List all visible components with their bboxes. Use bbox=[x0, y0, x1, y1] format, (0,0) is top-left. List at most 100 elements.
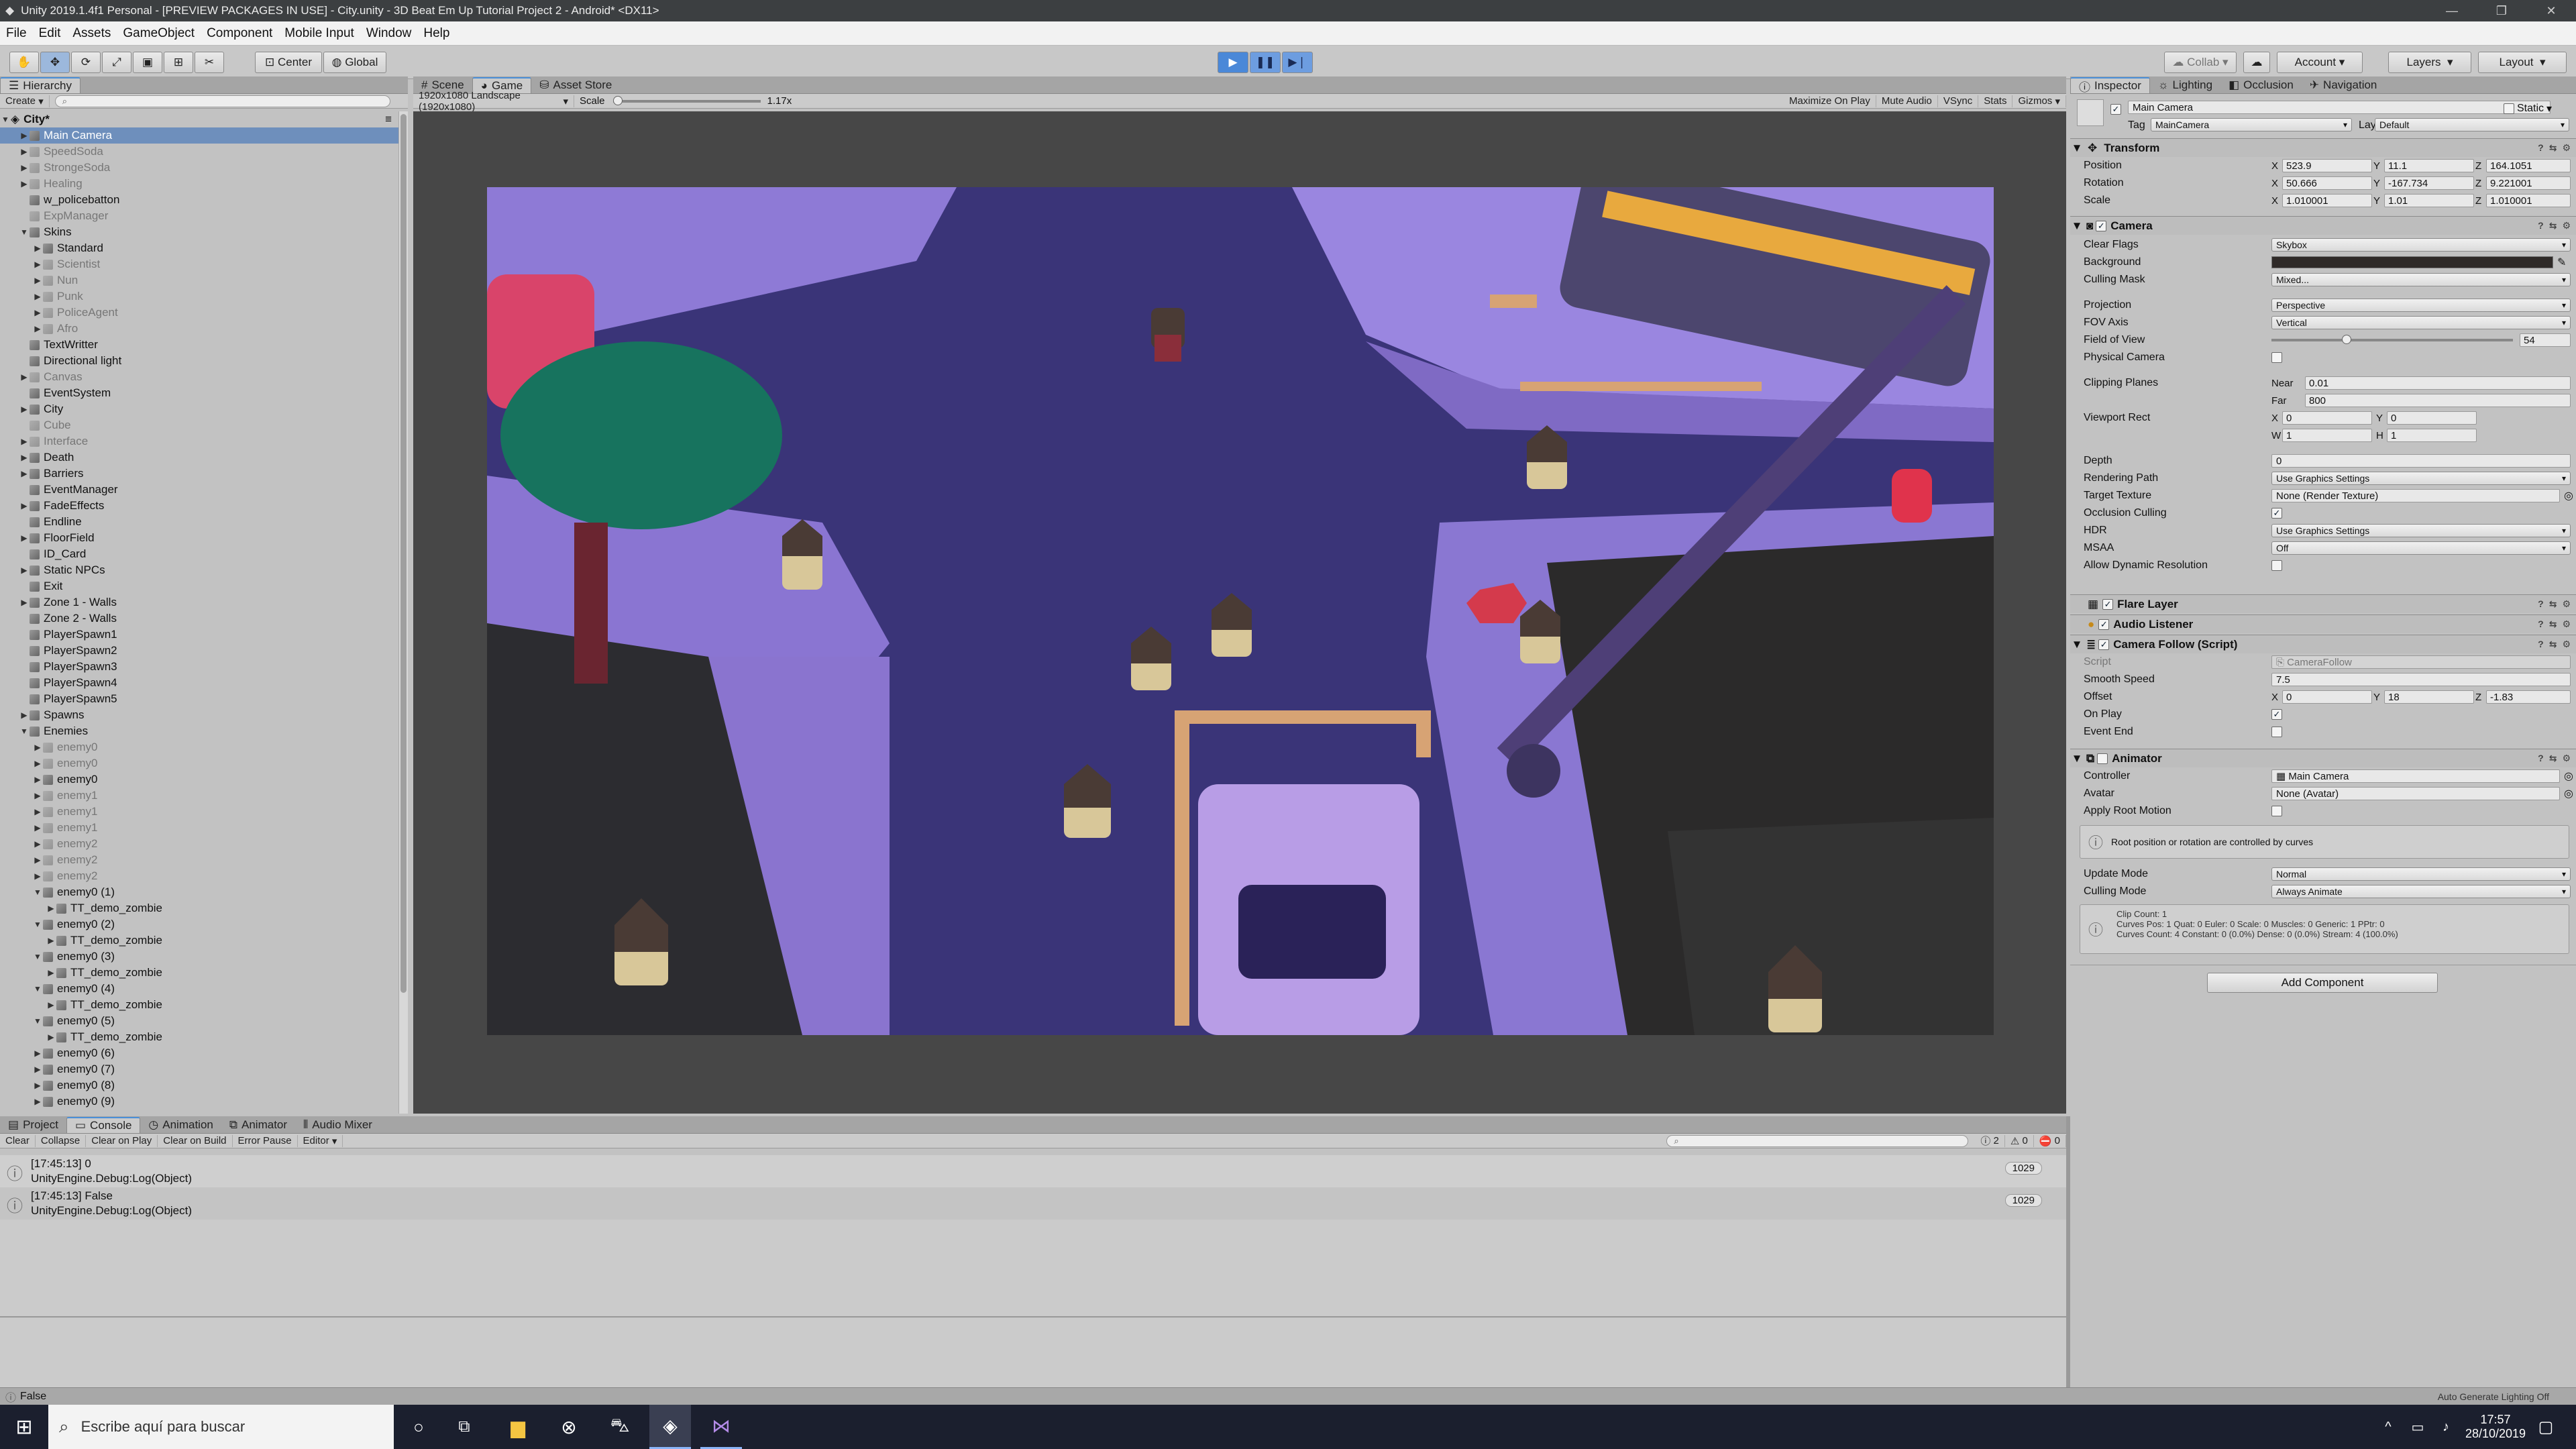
hierarchy-item[interactable]: ▶ Main Camera bbox=[0, 127, 398, 144]
offset-z-field[interactable]: -1.83 bbox=[2486, 690, 2571, 704]
unity-taskbar-icon[interactable]: ◈ bbox=[649, 1405, 691, 1449]
hierarchy-item[interactable]: ▼ enemy0 (4) bbox=[0, 981, 398, 997]
help-icon[interactable]: ? bbox=[2538, 142, 2544, 154]
hierarchy-item[interactable]: ▶ Scientist bbox=[0, 256, 398, 272]
fov-axis-dropdown[interactable]: Vertical bbox=[2271, 316, 2571, 329]
expand-arrow-icon[interactable]: ▶ bbox=[19, 566, 30, 575]
hierarchy-item[interactable]: ▶ Spawns bbox=[0, 707, 398, 723]
menu-window[interactable]: Window bbox=[360, 26, 418, 41]
mute-audio-toggle[interactable]: Mute Audio bbox=[1876, 95, 1938, 107]
stats-toggle[interactable]: Stats bbox=[1978, 95, 2013, 107]
clear-button[interactable]: Clear bbox=[0, 1134, 36, 1147]
expand-arrow-icon[interactable]: ▶ bbox=[32, 791, 43, 800]
static-dropdown-icon[interactable]: ▾ bbox=[2546, 102, 2552, 115]
account-dropdown[interactable]: Account ▾ bbox=[2277, 52, 2363, 73]
expand-arrow-icon[interactable]: ▼ bbox=[2070, 219, 2084, 233]
preset-icon[interactable]: ⇆ bbox=[2549, 142, 2557, 154]
hierarchy-item[interactable]: ▶ enemy0 (8) bbox=[0, 1077, 398, 1093]
xbox-icon[interactable]: ⊗ bbox=[550, 1405, 588, 1449]
hierarchy-item[interactable]: ▼ enemy0 (5) bbox=[0, 1013, 398, 1029]
hierarchy-item[interactable]: ▶ Static NPCs bbox=[0, 562, 398, 578]
settings-gear-icon[interactable]: ⚙ bbox=[2562, 639, 2571, 650]
position-y-field[interactable]: 11.1 bbox=[2384, 159, 2474, 172]
rect-tool-icon[interactable]: ▣ bbox=[133, 52, 162, 73]
close-icon[interactable]: ✕ bbox=[2526, 4, 2576, 18]
expand-arrow-icon[interactable]: ▶ bbox=[46, 904, 56, 913]
far-field[interactable]: 800 bbox=[2305, 394, 2571, 407]
expand-arrow-icon[interactable]: ▶ bbox=[32, 276, 43, 285]
menu-component[interactable]: Component bbox=[201, 26, 278, 41]
hierarchy-item[interactable]: ▶ enemy1 bbox=[0, 820, 398, 836]
avatar-field[interactable]: None (Avatar) bbox=[2271, 787, 2560, 800]
settings-gear-icon[interactable]: ⚙ bbox=[2562, 619, 2571, 630]
preset-icon[interactable]: ⇆ bbox=[2549, 619, 2557, 630]
hierarchy-item[interactable]: ▶ enemy2 bbox=[0, 868, 398, 884]
hierarchy-item[interactable]: PlayerSpawn1 bbox=[0, 627, 398, 643]
tab-audio-mixer[interactable]: ⫴ Audio Mixer bbox=[295, 1117, 380, 1133]
hierarchy-item[interactable]: EventSystem bbox=[0, 385, 398, 401]
task-view-icon[interactable]: ⧉ bbox=[448, 1405, 480, 1449]
camera-follow-header[interactable]: ▼ ≣ ✓ Camera Follow (Script) ? ⇆ ⚙ bbox=[2070, 635, 2576, 653]
scene-menu-icon[interactable]: ≡ bbox=[385, 113, 392, 126]
transform-tool-icon[interactable]: ⊞ bbox=[164, 52, 193, 73]
help-icon[interactable]: ? bbox=[2538, 639, 2544, 650]
camera-enabled-checkbox[interactable]: ✓ bbox=[2096, 220, 2107, 231]
tab-hierarchy[interactable]: ☰ Hierarchy bbox=[0, 77, 80, 93]
controller-field[interactable]: ▦ Main Camera bbox=[2271, 769, 2560, 783]
expand-arrow-icon[interactable]: ▶ bbox=[32, 759, 43, 768]
culling-mode-dropdown[interactable]: Always Animate bbox=[2271, 885, 2571, 898]
expand-arrow-icon[interactable]: ▶ bbox=[19, 163, 30, 172]
pivot-center-toggle[interactable]: ⊡ Center bbox=[255, 52, 322, 73]
on-play-checkbox[interactable]: ✓ bbox=[2271, 709, 2282, 720]
tab-lighting[interactable]: ☼ Lighting bbox=[2150, 77, 2220, 93]
error-pause-toggle[interactable]: Error Pause bbox=[233, 1134, 298, 1147]
hierarchy-item[interactable]: ▶ Zone 1 - Walls bbox=[0, 594, 398, 610]
expand-arrow-icon[interactable]: ▶ bbox=[32, 1049, 43, 1058]
expand-arrow-icon[interactable]: ▶ bbox=[46, 936, 56, 945]
hierarchy-item[interactable]: TextWritter bbox=[0, 337, 398, 353]
expand-arrow-icon[interactable]: ▶ bbox=[19, 453, 30, 462]
hierarchy-item[interactable]: ▶ TT_demo_zombie bbox=[0, 965, 398, 981]
hierarchy-item[interactable]: PlayerSpawn5 bbox=[0, 691, 398, 707]
camera-header[interactable]: ▼ ◙ ✓ Camera ? ⇆ ⚙ bbox=[2070, 216, 2576, 235]
settings-gear-icon[interactable]: ⚙ bbox=[2562, 753, 2571, 764]
scale-y-field[interactable]: 1.01 bbox=[2384, 194, 2474, 207]
expand-arrow-icon[interactable]: ▶ bbox=[32, 823, 43, 833]
hierarchy-item[interactable]: ▶ SpeedSoda bbox=[0, 144, 398, 160]
visual-studio-icon[interactable]: ⋈ bbox=[700, 1405, 742, 1449]
offset-y-field[interactable]: 18 bbox=[2384, 690, 2474, 704]
scale-tool-icon[interactable]: ⤢ bbox=[102, 52, 131, 73]
expand-arrow-icon[interactable]: ▼ bbox=[32, 1016, 43, 1026]
help-icon[interactable]: ? bbox=[2538, 598, 2544, 610]
expand-arrow-icon[interactable]: ▼ bbox=[32, 952, 43, 961]
settings-gear-icon[interactable]: ⚙ bbox=[2562, 220, 2571, 231]
viewport-y-field[interactable]: 0 bbox=[2387, 411, 2477, 425]
rendering-path-dropdown[interactable]: Use Graphics Settings bbox=[2271, 472, 2571, 485]
active-checkbox[interactable]: ✓ bbox=[2110, 102, 2121, 115]
physical-camera-checkbox[interactable] bbox=[2271, 352, 2282, 363]
expand-arrow-icon[interactable]: ▶ bbox=[32, 807, 43, 816]
hierarchy-item[interactable]: ▶ Interface bbox=[0, 433, 398, 449]
info-count-toggle[interactable]: ⓘ 2 bbox=[1975, 1134, 2005, 1147]
hierarchy-item[interactable]: ▶ City bbox=[0, 401, 398, 417]
static-toggle[interactable]: Static ▾ bbox=[2504, 102, 2552, 115]
scale-slider-thumb[interactable] bbox=[612, 95, 623, 105]
tab-animation[interactable]: ◷ Animation bbox=[140, 1117, 221, 1133]
expand-arrow-icon[interactable]: ▶ bbox=[46, 1000, 56, 1010]
hierarchy-item[interactable]: ▶ enemy1 bbox=[0, 804, 398, 820]
expand-arrow-icon[interactable]: ▶ bbox=[32, 871, 43, 881]
hierarchy-item[interactable]: ▶ PoliceAgent bbox=[0, 305, 398, 321]
flare-layer-header[interactable]: ▦ ✓ Flare Layer ? ⇆ ⚙ bbox=[2070, 594, 2576, 613]
expand-arrow-icon[interactable]: ▼ bbox=[2070, 638, 2084, 651]
settings-gear-icon[interactable]: ⚙ bbox=[2562, 142, 2571, 154]
hierarchy-item[interactable]: ▶ TT_demo_zombie bbox=[0, 932, 398, 949]
hierarchy-item[interactable]: ▶ enemy1 bbox=[0, 788, 398, 804]
step-button[interactable]: ▶❘ bbox=[1282, 52, 1313, 73]
expand-arrow-icon[interactable]: ▶ bbox=[19, 501, 30, 511]
expand-arrow-icon[interactable]: ▶ bbox=[19, 131, 30, 140]
preset-icon[interactable]: ⇆ bbox=[2549, 220, 2557, 231]
hierarchy-item[interactable]: Cube bbox=[0, 417, 398, 433]
animator-enabled-checkbox[interactable] bbox=[2097, 753, 2108, 764]
projection-dropdown[interactable]: Perspective bbox=[2271, 299, 2571, 312]
tab-animator[interactable]: ⧉ Animator bbox=[221, 1117, 295, 1133]
